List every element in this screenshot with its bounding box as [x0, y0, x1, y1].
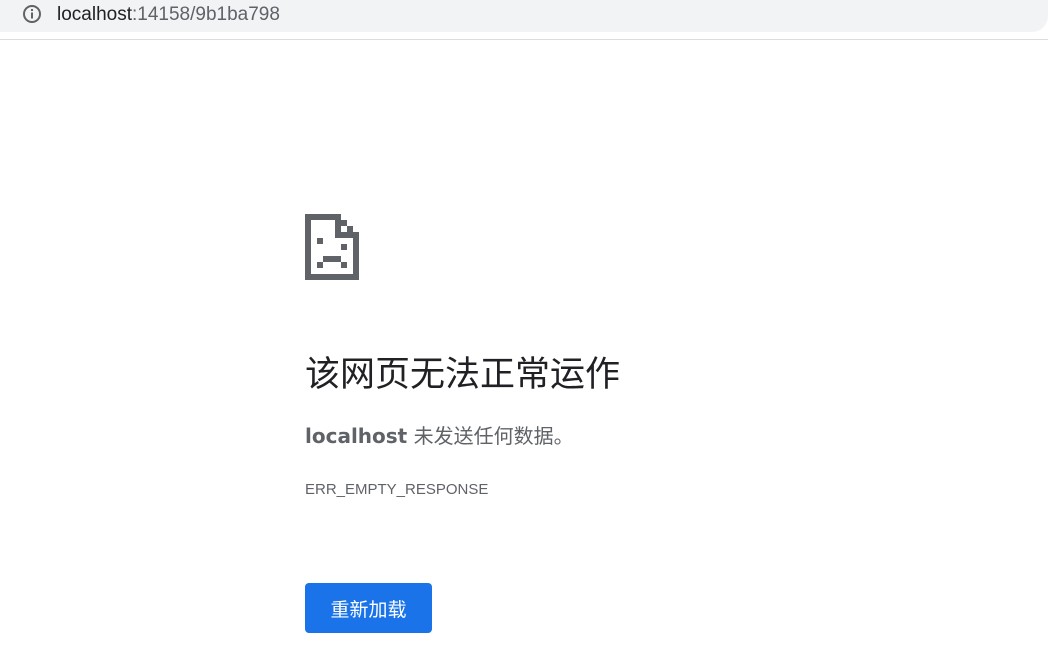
omnibox[interactable]: localhost:14158/9b1ba798	[0, 0, 1048, 32]
error-message-text: 未发送任何数据。	[407, 424, 574, 448]
url-host: localhost	[57, 4, 132, 25]
error-heading: 该网页无法正常运作	[305, 355, 621, 395]
error-message: localhost 未发送任何数据。	[305, 421, 574, 451]
url-path: :14158/9b1ba798	[132, 4, 280, 25]
sad-page-icon	[305, 214, 359, 280]
url-text[interactable]: localhost:14158/9b1ba798	[57, 3, 280, 27]
error-host: localhost	[305, 424, 408, 448]
address-bar: localhost:14158/9b1ba798	[0, 0, 1048, 40]
info-icon[interactable]	[22, 4, 42, 24]
reload-button[interactable]: 重新加载	[305, 583, 432, 633]
error-code: ERR_EMPTY_RESPONSE	[305, 481, 489, 498]
